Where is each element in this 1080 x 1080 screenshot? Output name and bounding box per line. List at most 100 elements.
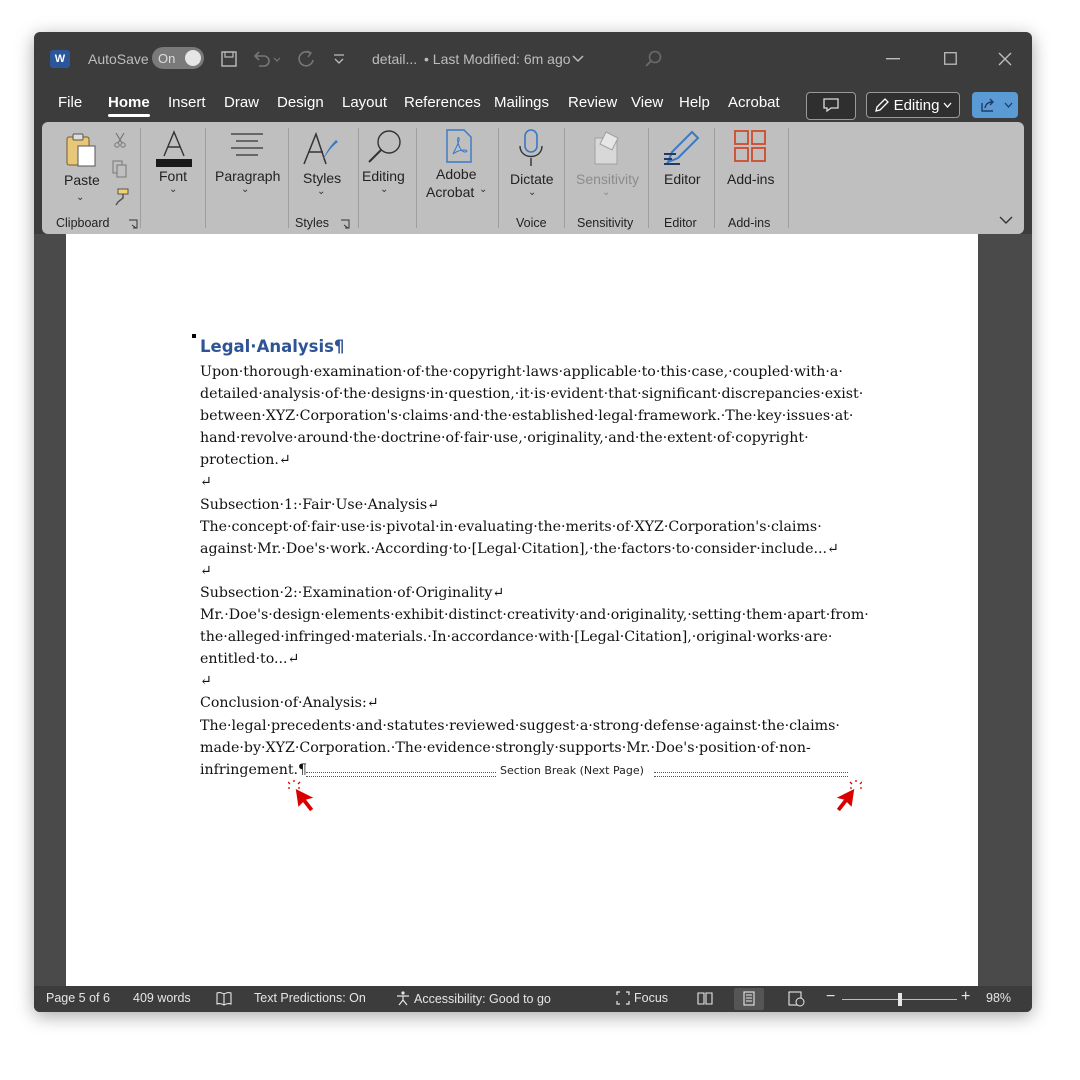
section-break-label: Section Break (Next Page) (500, 764, 644, 777)
text-line[interactable]: detailed·analysis·of·the·designs·in·ques… (200, 383, 863, 405)
text-line[interactable]: The·legal·precedents·and·statutes·review… (200, 715, 860, 737)
microphone-icon[interactable] (516, 128, 546, 168)
font-caret[interactable]: ⌄ (169, 184, 177, 195)
undo-icon[interactable] (252, 50, 282, 68)
autosave-toggle[interactable]: On (152, 47, 204, 69)
copy-icon[interactable] (112, 160, 128, 178)
tab-design[interactable]: Design (277, 94, 324, 111)
editing-caret[interactable]: ⌄ (380, 184, 388, 195)
conclusion-heading[interactable]: Conclusion·of·Analysis:↵ (200, 692, 860, 714)
maximize-icon[interactable] (944, 52, 957, 65)
tab-file[interactable]: File (58, 94, 82, 111)
tab-review[interactable]: Review (568, 94, 617, 111)
text-line[interactable]: entitled·to...↵ (200, 648, 860, 670)
tab-acrobat[interactable]: Acrobat (728, 94, 780, 111)
accessibility-status[interactable]: Accessibility: Good to go (396, 991, 551, 1006)
styles-label[interactable]: Styles (303, 170, 341, 186)
styles-caret[interactable]: ⌄ (317, 186, 325, 197)
accessibility-label: Accessibility: Good to go (414, 991, 551, 1006)
adobe-label[interactable]: Adobe (436, 166, 476, 182)
click-cursor-icon (288, 780, 317, 813)
font-icon[interactable] (154, 128, 194, 168)
ribbon-separator (416, 128, 417, 228)
collapse-ribbon-icon[interactable] (999, 215, 1013, 225)
web-layout-icon[interactable] (788, 991, 805, 1007)
text-line[interactable]: ↵ (200, 560, 860, 582)
editor-icon[interactable] (662, 128, 702, 168)
read-mode-icon[interactable] (697, 991, 713, 1006)
share-button[interactable] (972, 92, 1018, 118)
find-icon[interactable] (366, 128, 404, 166)
text-line[interactable]: hand·revolve·around·the·doctrine·of·fair… (200, 427, 860, 449)
text-line[interactable]: between·XYZ·Corporation's·claims·and·the… (200, 405, 860, 427)
tab-insert[interactable]: Insert (168, 94, 206, 111)
add-ins-label[interactable]: Add-ins (727, 171, 774, 187)
search-icon[interactable] (644, 49, 664, 69)
adobe-acrobat-icon[interactable] (444, 128, 474, 164)
font-label[interactable]: Font (159, 168, 187, 184)
comments-button[interactable] (806, 92, 856, 120)
editor-label[interactable]: Editor (664, 171, 701, 187)
format-painter-icon[interactable] (112, 188, 130, 206)
paste-label[interactable]: Paste (64, 172, 100, 188)
document-body[interactable]: Legal·Analysis¶ Upon·thorough·examinatio… (200, 336, 869, 781)
tab-home[interactable]: Home (108, 94, 150, 117)
text-line[interactable]: against·Mr.·Doe's·work.·According·to·[Le… (200, 538, 860, 560)
styles-icon[interactable] (300, 130, 340, 170)
text-line[interactable]: ↵ (200, 471, 860, 493)
text-line[interactable]: protection.↵ (200, 449, 860, 471)
proofing-book-icon[interactable] (216, 991, 232, 1006)
text-line[interactable]: Mr.·Doe's·design·elements·exhibit·distin… (200, 604, 869, 626)
tab-references[interactable]: References (404, 94, 481, 111)
dictate-caret[interactable]: ⌄ (528, 187, 536, 198)
customize-toolbar-icon[interactable] (332, 52, 346, 66)
paragraph-icon[interactable] (230, 132, 264, 158)
cut-icon[interactable] (112, 132, 128, 148)
focus-mode-button[interactable]: Focus (616, 991, 668, 1005)
minimize-icon[interactable] (886, 58, 900, 60)
tab-help[interactable]: Help (679, 94, 710, 111)
redo-icon[interactable] (296, 49, 316, 69)
section-break-marker[interactable]: Section Break (Next Page) (306, 764, 848, 780)
subsection-2-heading[interactable]: Subsection·2:·Examination·of·Originality… (200, 582, 860, 604)
heading-legal-analysis[interactable]: Legal·Analysis¶ (200, 336, 860, 358)
word-count[interactable]: 409 words (133, 991, 191, 1005)
tab-draw[interactable]: Draw (224, 94, 259, 111)
dialog-launcher-icon[interactable] (340, 219, 350, 229)
chevron-down-icon[interactable] (572, 54, 584, 64)
paragraph-label[interactable]: Paragraph (215, 168, 280, 184)
zoom-in-button[interactable]: + (961, 988, 970, 1006)
document-name[interactable]: detail... (372, 32, 417, 86)
paragraph-caret[interactable]: ⌄ (241, 184, 249, 195)
zoom-slider-thumb[interactable] (897, 993, 902, 1006)
last-modified[interactable]: • Last Modified: 6m ago (424, 32, 571, 86)
add-ins-icon[interactable] (734, 130, 766, 162)
zoom-level[interactable]: 98% (986, 991, 1011, 1005)
text-line[interactable]: made·by·XYZ·Corporation.·The·evidence·st… (200, 737, 860, 759)
zoom-out-button[interactable]: − (826, 988, 835, 1006)
tab-view[interactable]: View (631, 94, 663, 111)
paste-icon[interactable] (64, 132, 98, 168)
editing-label[interactable]: Editing (362, 168, 405, 184)
save-icon[interactable] (220, 50, 238, 68)
tab-mailings[interactable]: Mailings (494, 94, 549, 111)
paste-caret[interactable]: ⌄ (76, 192, 84, 203)
page-count[interactable]: Page 5 of 6 (46, 991, 110, 1005)
print-layout-button[interactable] (734, 988, 764, 1010)
text-line[interactable]: the·alleged·infringed·materials.·In·acco… (200, 626, 860, 648)
tab-layout[interactable]: Layout (342, 94, 387, 111)
ribbon-separator (140, 128, 141, 228)
editing-mode-button[interactable]: Editing (866, 92, 960, 118)
dictate-label[interactable]: Dictate (510, 171, 554, 187)
document-page[interactable]: Legal·Analysis¶ Upon·thorough·examinatio… (66, 234, 978, 986)
text-line[interactable]: The·concept·of·fair·use·is·pivotal·in·ev… (200, 516, 860, 538)
subsection-1-heading[interactable]: Subsection·1:·Fair·Use·Analysis↵ (200, 494, 860, 516)
ribbon-separator (288, 128, 289, 228)
text-line[interactable]: Upon·thorough·examination·of·the·copyrig… (200, 361, 860, 383)
text-predictions-status[interactable]: Text Predictions: On (254, 991, 366, 1005)
acrobat-label[interactable]: Acrobat (426, 184, 474, 200)
acrobat-caret[interactable]: ⌄ (479, 184, 487, 195)
text-line[interactable]: ↵ (200, 670, 860, 692)
close-icon[interactable] (998, 52, 1012, 66)
dialog-launcher-icon[interactable] (128, 219, 138, 229)
